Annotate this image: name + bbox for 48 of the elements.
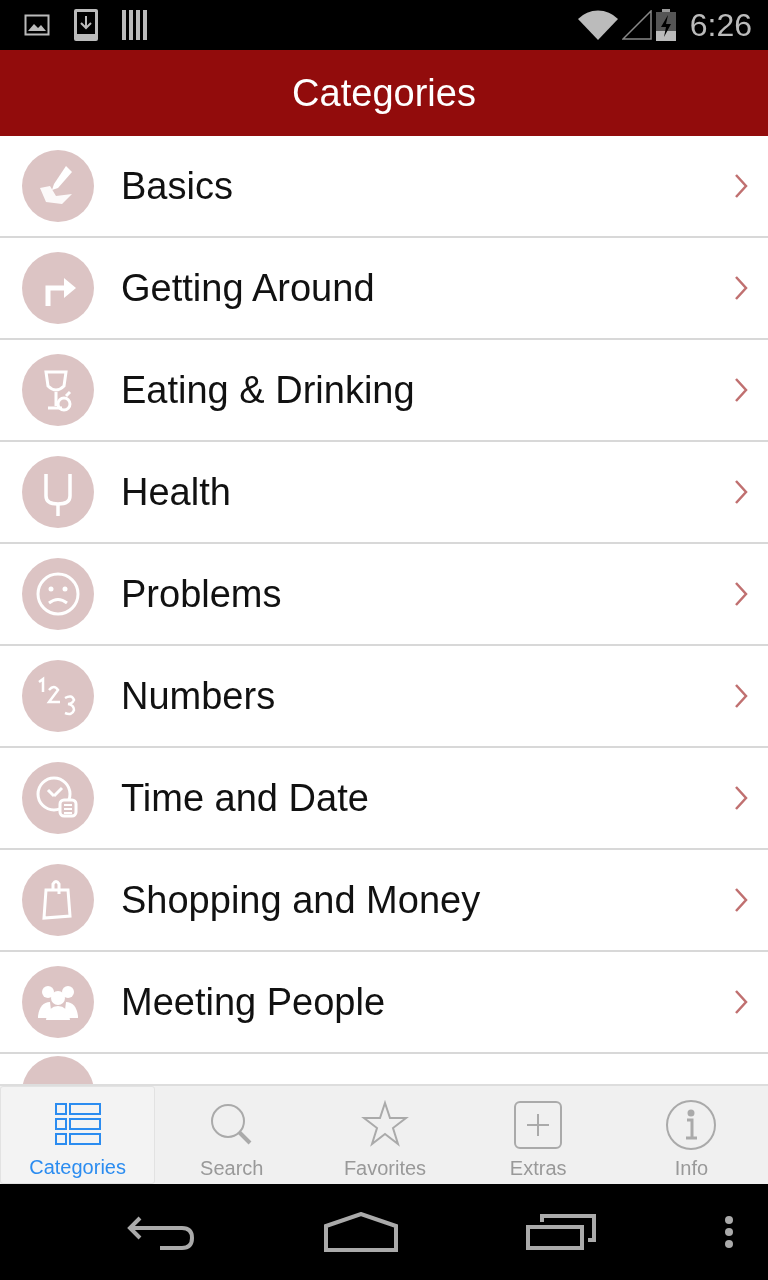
signal-icon <box>621 10 652 40</box>
category-item[interactable]: Basics <box>0 136 768 238</box>
glass-icon <box>22 354 94 426</box>
home-icon[interactable] <box>324 1212 398 1252</box>
back-icon[interactable] <box>126 1214 196 1250</box>
category-item[interactable]: Problems <box>0 544 768 646</box>
category-label: Numbers <box>121 674 277 718</box>
chevron-right-icon <box>734 683 748 709</box>
numbers-icon <box>22 660 94 732</box>
plus-icon <box>512 1099 565 1151</box>
info-icon <box>665 1099 718 1151</box>
category-icon <box>22 1056 94 1084</box>
barcode-icon <box>122 10 148 40</box>
chevron-right-icon <box>734 785 748 811</box>
chevron-right-icon <box>734 887 748 913</box>
clock-time: 6:26 <box>689 6 752 44</box>
category-label: Time and Date <box>121 776 370 820</box>
image-icon <box>24 14 50 36</box>
category-item[interactable]: Time and Date <box>0 748 768 850</box>
clock-icon <box>22 762 94 834</box>
category-item[interactable]: Shopping and Money <box>0 850 768 952</box>
category-label: Basics <box>121 164 234 208</box>
category-item[interactable]: Numbers <box>0 646 768 748</box>
sad-face-icon <box>22 558 94 630</box>
category-item[interactable]: Meeting People <box>0 952 768 1054</box>
category-label: Health <box>121 470 232 514</box>
chevron-right-icon <box>734 581 748 607</box>
category-label: Getting Around <box>121 266 376 310</box>
category-item[interactable]: Eating & Drinking <box>0 340 768 442</box>
category-label: Shopping and Money <box>121 878 482 922</box>
category-item[interactable]: Getting Around <box>0 238 768 340</box>
chevron-right-icon <box>734 275 748 301</box>
screen-title: Categories <box>292 71 476 115</box>
recent-apps-icon[interactable] <box>526 1214 596 1250</box>
bag-icon <box>22 864 94 936</box>
category-label: Eating & Drinking <box>121 368 416 412</box>
overflow-menu-icon[interactable] <box>724 1215 734 1249</box>
battery-icon <box>655 9 676 41</box>
category-label: Problems <box>121 572 283 616</box>
chevron-right-icon <box>734 377 748 403</box>
chevron-right-icon <box>734 173 748 199</box>
chevron-right-icon <box>734 989 748 1015</box>
download-icon <box>74 9 98 41</box>
category-label: Meeting People <box>121 980 387 1024</box>
category-item[interactable]: Health <box>0 442 768 544</box>
people-icon <box>22 966 94 1038</box>
wifi-icon <box>577 10 618 40</box>
chevron-right-icon <box>734 479 748 505</box>
